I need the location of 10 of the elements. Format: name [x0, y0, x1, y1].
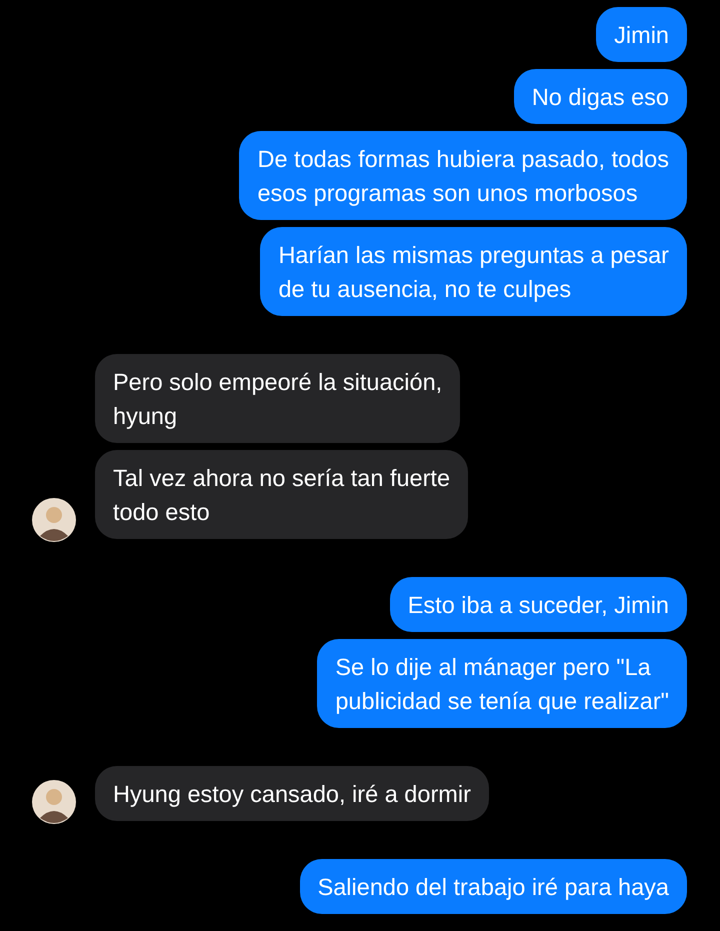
message-bubble: Pero solo empeoré la situación, hyung — [95, 354, 460, 443]
message-bubble: Esto iba a suceder, Jimin — [390, 577, 687, 632]
message-bubble: No digas eso — [514, 69, 687, 124]
message-bubble: Saliendo del trabajo iré para haya — [300, 859, 687, 914]
message-bubble: Jimin — [596, 7, 687, 62]
message-bubble: Hyung estoy cansado, iré a dormir — [95, 766, 489, 821]
message-bubble: Harían las mismas preguntas a pesar de tu ausencia, no te culpes — [260, 227, 687, 316]
message-bubble: Se lo dije al mánager pero "La publicidad se tenía que realizar" — [317, 639, 687, 728]
message-bubble: Tal vez ahora no sería tan fuerte todo esto — [95, 450, 468, 539]
message-bubble: De todas formas hubiera pasado, todos esos programas son unos morbosos — [239, 131, 687, 220]
